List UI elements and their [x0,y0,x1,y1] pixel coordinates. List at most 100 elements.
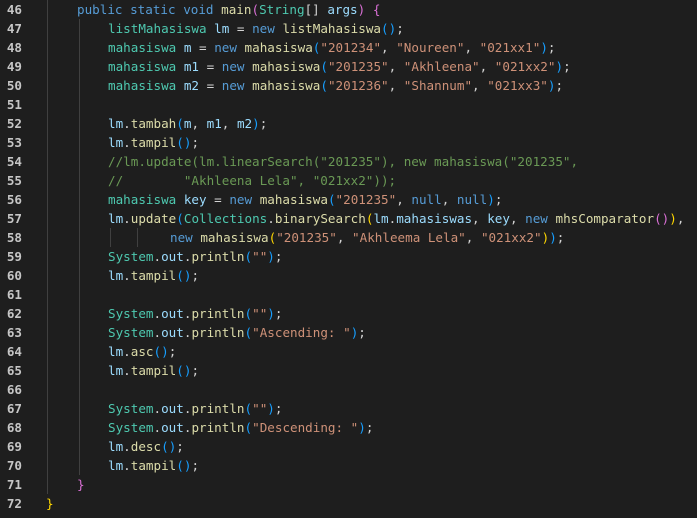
code-line[interactable]: lm.tampil(); [108,133,199,152]
code-line[interactable]: lm.tampil(); [108,266,199,285]
code-token: new [252,21,275,36]
code-token: { [372,2,381,17]
code-token: ; [191,363,200,378]
code-area[interactable]: public static void main(String[] args) {… [46,0,697,518]
code-token: () [161,439,177,454]
code-token: "201234" [320,40,382,55]
code-token: m2 [236,116,253,131]
code-line[interactable]: lm.desc(); [108,437,184,456]
code-token: . [153,401,162,416]
code-line[interactable]: // "Akhleena Lela", "021xx2")); [108,171,396,190]
code-token: ; [563,59,571,74]
code-token: ( [320,78,328,93]
indent-guide [110,228,111,247]
code-line[interactable]: System.out.println("Ascending: "); [108,323,366,342]
code-token: "201235" [335,192,397,207]
code-token: ) [487,192,495,207]
code-token: . [123,135,131,150]
code-line[interactable]: lm.asc(); [108,342,176,361]
indent-guide [137,228,138,247]
code-line[interactable]: } [77,475,85,494]
code-line[interactable]: //lm.update(lm.linearSearch("201235"), n… [108,152,578,171]
code-token: "Ascending: " [252,325,351,340]
line-number: 57 [6,211,22,226]
code-token: listMahasiswa [282,21,382,36]
code-token: ( [320,59,328,74]
code-line[interactable]: mahasiswa m2 = new mahasiswa("201236", "… [108,76,563,95]
code-token: . [123,344,131,359]
code-token: , [388,59,404,74]
code-token: ; [556,230,565,245]
code-token: . [153,420,162,435]
code-token: "201236" [327,78,389,93]
code-token: mahasiswa [108,40,177,55]
code-line[interactable]: lm.tampil(); [108,361,199,380]
code-token: , [465,230,481,245]
code-line[interactable]: new mahasiswa("201235", "Akhleema Lela",… [170,228,564,247]
code-token: "Akhleena" [403,59,480,74]
line-number: 60 [6,268,22,283]
line-number: 62 [6,306,22,321]
code-line[interactable]: mahasiswa m1 = new mahasiswa("201235", "… [108,57,571,76]
code-token: . [123,439,131,454]
code-line[interactable]: mahasiswa m = new mahasiswa("201234", "N… [108,38,556,57]
code-token: ; [547,40,556,55]
code-token: . [123,268,131,283]
code-token: "201235" [276,230,337,245]
code-token: , [221,116,237,131]
code-token: desc [130,439,162,454]
code-token: null [456,192,488,207]
code-token: lm [108,268,124,283]
code-line[interactable]: lm.update(Collections.binarySearch(lm.ma… [108,209,684,228]
code-token: ; [274,306,283,321]
code-token: = [206,192,230,207]
code-token: ) [358,420,366,435]
line-number: 65 [6,363,22,378]
code-token: () [176,363,192,378]
code-token: binarySearch [274,211,366,226]
code-token: lm [108,344,124,359]
code-token: mahasiswa [259,192,328,207]
code-line[interactable]: } [46,494,54,513]
code-token: out [161,401,184,416]
code-token: key [487,211,510,226]
code-token: new [221,78,245,93]
code-line[interactable]: System.out.println(""); [108,304,282,323]
code-token: () [176,268,192,283]
code-token: () [176,458,192,473]
line-number: 47 [6,21,22,36]
code-token: lm [108,458,124,473]
code-token: = [191,40,215,55]
code-line[interactable]: listMahasiswa lm = new listMahasiswa(); [108,19,404,38]
line-number: 55 [6,173,22,188]
code-token: ; [176,439,184,454]
code-token: ( [244,306,253,321]
code-token: asc [130,344,154,359]
code-line[interactable]: lm.tambah(m, m1, m2); [108,114,267,133]
code-token: . [123,458,131,473]
code-token: ( [327,192,336,207]
line-number: 63 [6,325,22,340]
code-token: . [123,211,131,226]
code-line[interactable]: System.out.println(""); [108,247,282,266]
code-token: lm [373,211,389,226]
line-number: 67 [6,401,22,416]
line-number: 72 [6,496,22,511]
code-token: . [153,249,162,264]
code-token: , [479,59,495,74]
code-line[interactable]: System.out.println("Descending: "); [108,418,373,437]
code-line[interactable]: lm.tampil(); [108,456,199,475]
code-editor[interactable]: 46 47 48 49 50 51 52 53 54 55 56 57 58 59 60 61 62 63 64 65… [0,0,697,518]
code-line[interactable]: mahasiswa key = new mahasiswa("201235", … [108,190,502,209]
code-token: null [411,192,442,207]
code-token: , [381,40,397,55]
code-token: tampil [130,135,177,150]
code-token: mahasiswa [200,230,269,245]
code-line[interactable]: System.out.println(""); [108,399,282,418]
code-line[interactable]: public static void main(String[] args) { [77,0,380,19]
line-number: 46 [6,2,22,17]
